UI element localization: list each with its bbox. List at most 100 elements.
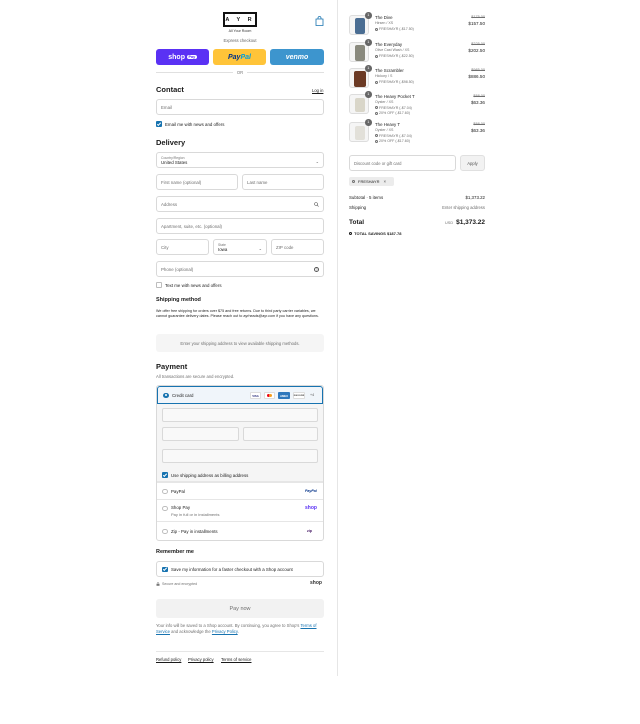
subtotal-row: Subtotal · 5 items $1,373.22 (349, 195, 485, 200)
tag-icon (349, 232, 352, 236)
product-discount: FRESHAYR (-$98.50) (375, 80, 414, 84)
tag-icon (375, 134, 378, 138)
discount-placeholder: Discount code or gift card (354, 160, 402, 166)
terms-of-service-link[interactable]: Terms of service (221, 657, 251, 662)
discounted-price: $157.50 (468, 21, 485, 26)
chevron-down-icon: ⌄ (258, 246, 262, 251)
shipping-heading: Shipping method (156, 297, 201, 303)
product-discount: FRESHAYR (-$7.04) (375, 106, 412, 110)
state-select[interactable]: State Iowa ⌄ (213, 239, 267, 255)
subtotal-value: $1,373.22 (465, 195, 485, 200)
paypal-option[interactable]: PayPal PayPal (157, 482, 323, 499)
card-details-form: Use shipping address as billing address (157, 404, 323, 482)
apply-button[interactable]: Apply (460, 155, 485, 171)
email-field[interactable]: Email (156, 99, 324, 115)
phone-placeholder: Phone (optional) (161, 266, 194, 272)
paypal-radio[interactable] (162, 488, 168, 494)
card-number-field[interactable] (162, 408, 318, 422)
legal-mid: and acknowledge the (171, 628, 211, 634)
email-news-label: Email me with news and offers (165, 121, 225, 127)
zip-option[interactable]: Zip - Pay in installments zip (157, 521, 323, 540)
contact-heading: Contact (156, 85, 184, 94)
shipping-note: We offer free shipping for orders over $… (156, 309, 319, 319)
amex-icon: AMEX (278, 392, 290, 399)
remember-checkbox[interactable] (162, 566, 168, 572)
quantity-badge: 1 (365, 65, 372, 72)
close-icon[interactable]: × (383, 179, 386, 184)
product-name: The Heavy T (375, 122, 401, 127)
payment-subtitle: All transactions are secure and encrypte… (156, 374, 235, 379)
savings-row: TOTAL SAVINGS $187.78 (349, 231, 485, 236)
shop-logo: shop (310, 580, 322, 586)
credit-card-label: Credit card (172, 392, 194, 398)
legal-end: . (237, 628, 239, 634)
more-brands-label: +4 (310, 393, 315, 397)
city-field[interactable]: City (156, 239, 209, 255)
original-price: $88.00 (473, 94, 485, 98)
payment-methods: Credit card VISA AMEX DISCOVER +4 Use sh… (156, 385, 324, 541)
first-name-field[interactable]: First name (optional) (156, 174, 238, 190)
discount-code-input[interactable]: Discount code or gift card (349, 155, 456, 171)
total-value-group: USD $1,373.22 (445, 219, 485, 226)
visa-icon: VISA (250, 392, 261, 399)
express-checkout-label: Express checkout (223, 38, 257, 43)
shop-pay-logo: shop (305, 505, 317, 511)
email-news-checkbox[interactable] (156, 121, 162, 127)
tag-icon (375, 139, 378, 143)
address-field[interactable]: Address (156, 196, 324, 212)
tag-icon (375, 27, 378, 31)
state-value: Iowa (218, 246, 228, 252)
shopping-bag-icon[interactable] (315, 16, 324, 26)
card-name-field[interactable] (162, 449, 318, 463)
venmo-button[interactable]: venmo (270, 49, 324, 65)
shipping-value: Enter shipping address (442, 205, 485, 210)
product-variant: Hirsen / XS (375, 21, 394, 25)
lock-icon (156, 582, 160, 586)
shop-pay-button[interactable]: shop Pay (156, 49, 209, 65)
product-variant: Hickory / S (375, 74, 393, 78)
text-news-label: Text me with news and offers (165, 282, 222, 288)
total-row: Total USD $1,373.22 (349, 219, 485, 226)
product-variant: Oyster / XS (375, 128, 394, 132)
store-logo[interactable]: A Y R (223, 12, 257, 27)
discount-text: 20% OFF (-$17.60) (379, 139, 410, 143)
credit-card-option[interactable]: Credit card VISA AMEX DISCOVER +4 (157, 386, 323, 404)
credit-card-radio[interactable] (163, 392, 169, 398)
text-news-checkbox[interactable] (156, 282, 162, 288)
zip-placeholder: ZIP code (276, 244, 294, 250)
original-price: $88.00 (473, 122, 485, 126)
mastercard-icon (264, 392, 275, 399)
billing-same-checkbox[interactable] (162, 472, 168, 478)
shop-pay-radio[interactable] (162, 505, 168, 511)
tag-icon (375, 80, 378, 84)
product-discount: 20% OFF (-$17.60) (375, 139, 410, 143)
country-select[interactable]: Country/Region United States ⌄ (156, 152, 324, 168)
shop-pay-option[interactable]: Shop Pay Pay in full or in installments … (157, 499, 323, 521)
privacy-link[interactable]: Privacy Policy (212, 629, 238, 634)
tag-icon (352, 180, 355, 183)
last-name-field[interactable]: Last name (242, 174, 324, 190)
country-value: United States (161, 159, 188, 165)
discount-text: FRESHAYR (-$98.50) (379, 80, 414, 84)
paypal-button[interactable]: Pay Pal (213, 49, 266, 65)
phone-field[interactable]: Phone (optional) ? (156, 261, 324, 277)
tag-icon (375, 54, 378, 58)
card-expiry-field[interactable] (162, 427, 239, 441)
shipping-methods-placeholder: Enter your shipping address to view avai… (156, 334, 324, 352)
original-price: $225.00 (471, 42, 485, 46)
discounted-price: $63.36 (470, 100, 485, 105)
zip-field[interactable]: ZIP code (271, 239, 324, 255)
privacy-policy-link[interactable]: Privacy policy (188, 657, 214, 662)
login-link[interactable]: Log in (312, 88, 323, 93)
chevron-down-icon: ⌄ (315, 159, 319, 164)
card-cvv-field[interactable] (243, 427, 318, 441)
zip-radio[interactable] (162, 528, 168, 534)
refund-policy-link[interactable]: Refund policy (156, 657, 181, 662)
pay-now-button[interactable]: Pay now (156, 599, 324, 618)
help-icon[interactable]: ? (314, 267, 319, 272)
discount-text: FRESHAYR (-$22.50) (379, 54, 414, 58)
last-name-placeholder: Last name (247, 179, 268, 185)
payment-heading: Payment (156, 362, 188, 371)
apartment-field[interactable]: Apartment, suite, etc. (optional) (156, 218, 324, 234)
paypal-option-label: PayPal (171, 488, 185, 494)
